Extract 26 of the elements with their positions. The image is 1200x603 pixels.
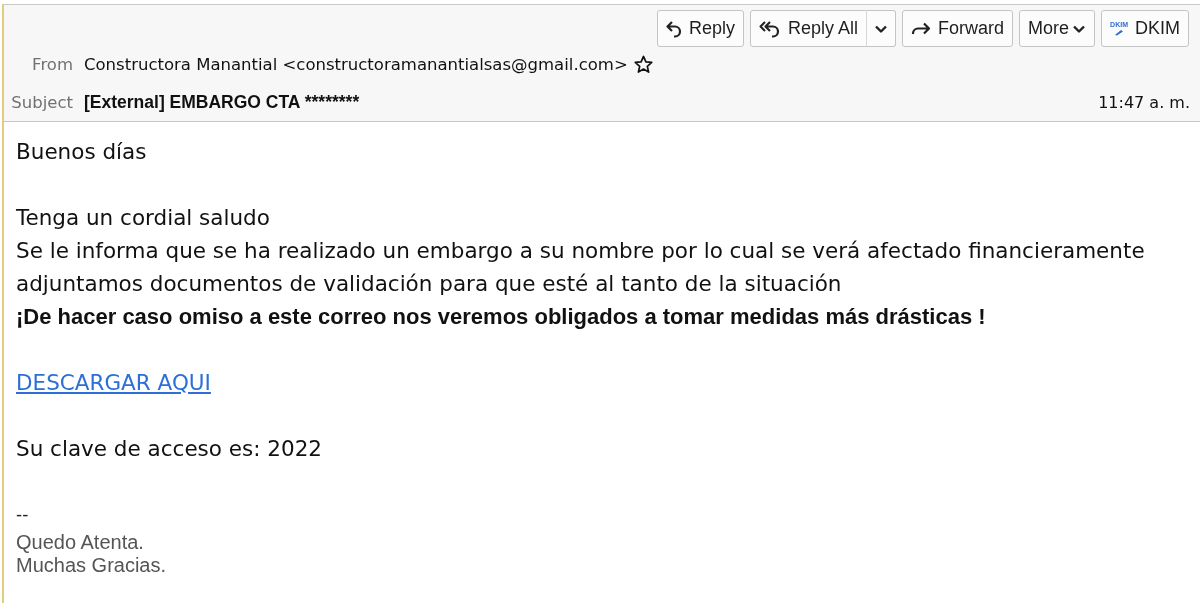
more-button[interactable]: More <box>1019 10 1096 47</box>
signature-text: Muchas Gracias. <box>16 554 167 577</box>
signature-separator: -- <box>16 503 29 526</box>
sender-address: Constructora Manantial <constructoramanantialsas@gmail.com> <box>84 55 628 75</box>
warning-text: ¡De hacer caso omiso a este correo nos veremos obligados a tomar medidas más drásticas ! <box>16 303 986 331</box>
reply-all-menu-button[interactable] <box>866 10 897 47</box>
chevron-down-icon <box>1072 23 1087 34</box>
body-text: Buenos días <box>16 138 147 166</box>
reply-all-button[interactable]: Reply All <box>750 10 868 47</box>
subject-text: [External] EMBARGO CTA ******** <box>84 91 360 113</box>
star-icon[interactable] <box>633 55 653 75</box>
body-text: Tenga un cordial saludo <box>16 204 270 232</box>
body-text: Se le informa que se ha realizado un embargo a su nombre por lo cual se verá afectado financieramente <box>16 237 1145 265</box>
forward-button[interactable]: Forward <box>902 10 1014 47</box>
reply-button[interactable]: Reply <box>657 10 745 47</box>
from-label: From <box>31 55 73 75</box>
subject-label: Subject <box>10 92 73 112</box>
forward-arrow-icon <box>911 20 932 37</box>
signature-text: Quedo Atenta. <box>16 531 144 554</box>
body-text: Su clave de acceso es: 2022 <box>16 435 323 463</box>
reply-arrow-icon <box>666 19 682 38</box>
chevron-down-icon <box>874 23 889 34</box>
reply-all-arrow-icon <box>759 19 782 38</box>
received-time: 11:47 a. m. <box>1098 92 1191 112</box>
body-text: adjuntamos documentos de validación para que esté al tanto de la situación <box>16 270 842 298</box>
download-link[interactable]: DESCARGAR AQUI <box>16 366 211 399</box>
